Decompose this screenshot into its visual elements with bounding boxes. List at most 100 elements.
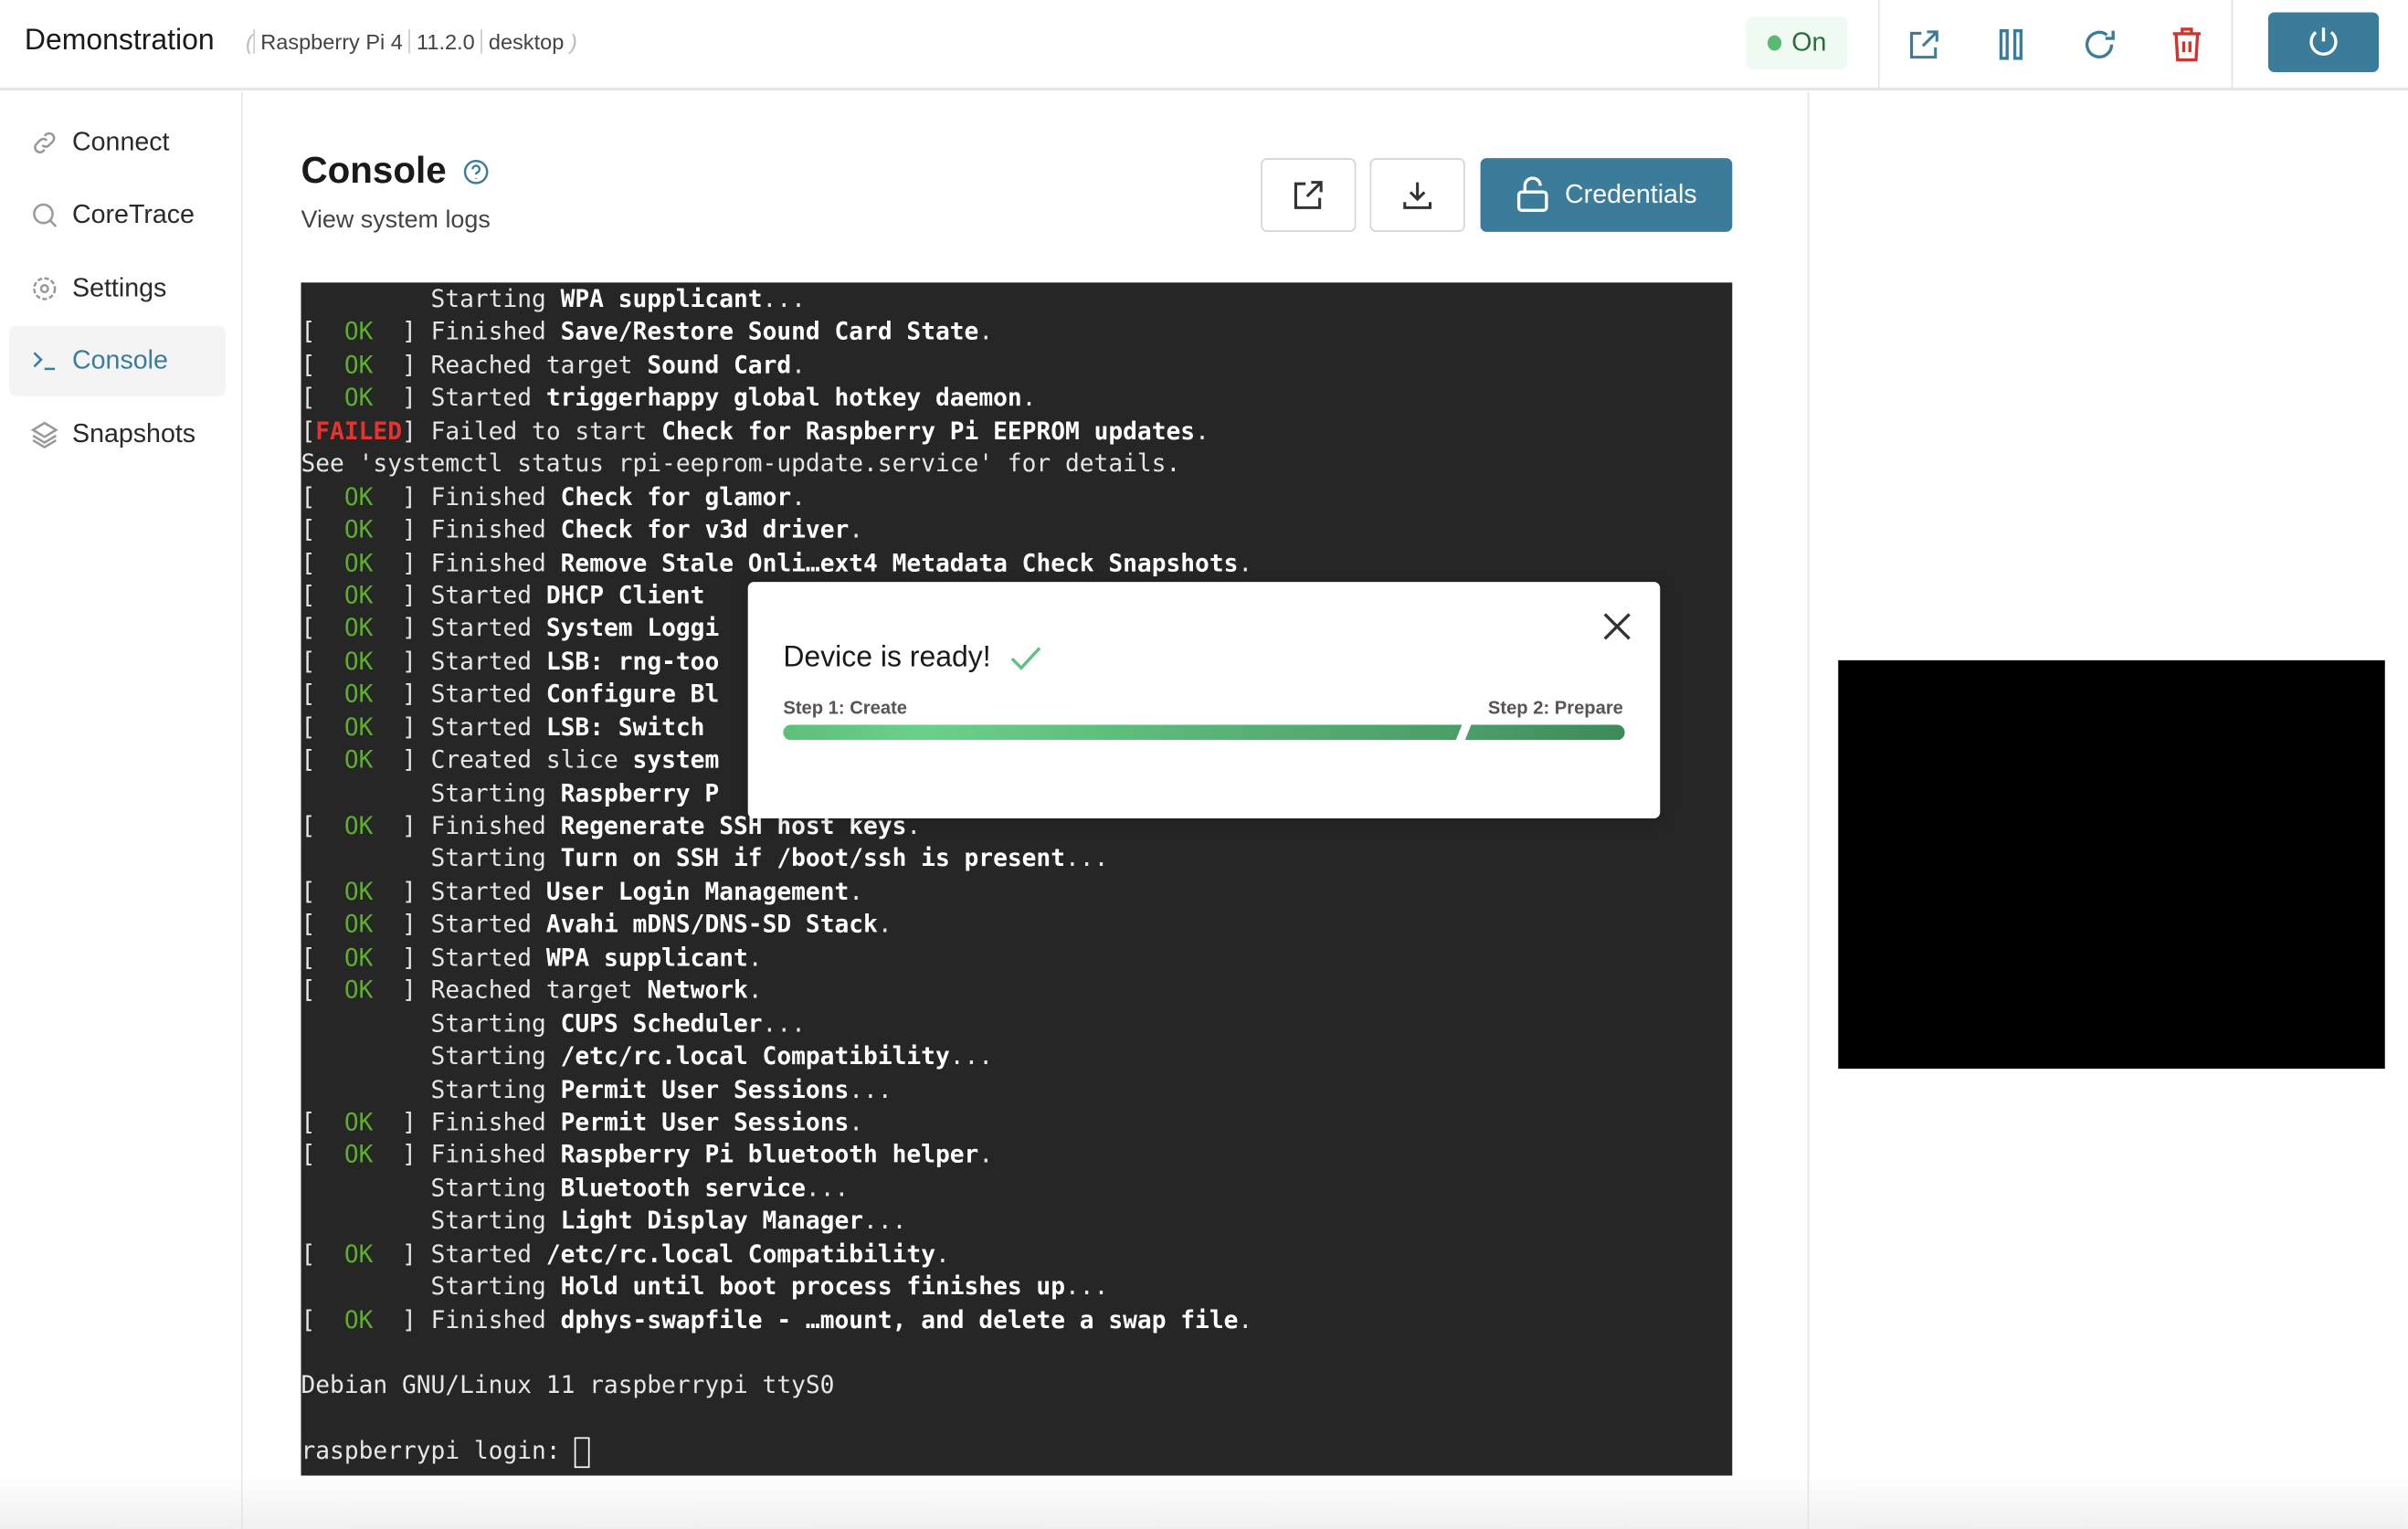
- console-line: Starting CUPS Scheduler...: [301, 1008, 1732, 1041]
- line-suffix: .: [1021, 384, 1037, 413]
- download-logs-button[interactable]: [1369, 158, 1465, 232]
- open-console-button[interactable]: [1261, 158, 1357, 232]
- console-line: Starting Permit User Sessions...: [301, 1074, 1732, 1107]
- line-suffix: .: [849, 1108, 864, 1136]
- link-icon: [34, 132, 56, 153]
- console-line: [ OK ] Started /etc/rc.local Compatibili…: [301, 1239, 950, 1269]
- ok-status: OK: [343, 680, 374, 709]
- device-mode: desktop: [481, 28, 570, 54]
- ok-status: OK: [343, 615, 374, 643]
- ok-status: OK: [343, 318, 374, 346]
- line-unit: /etc/rc.local Compatibility: [560, 1042, 950, 1070]
- credentials-button[interactable]: Credentials: [1480, 158, 1733, 232]
- line-suffix: ...: [805, 1174, 850, 1202]
- console-terminal[interactable]: Starting WPA supplicant...[ OK ] Finishe…: [301, 282, 1733, 1476]
- line-text: Reached target: [430, 351, 648, 380]
- line-text: Starting: [301, 779, 561, 807]
- close-icon[interactable]: [1600, 609, 1634, 643]
- sidebar-item-label: Settings: [72, 273, 167, 303]
- ok-status: OK: [343, 812, 374, 840]
- device-screen[interactable]: [1838, 659, 2385, 1070]
- divider: [1877, 0, 1880, 90]
- console-line: See 'systemctl status rpi-eeprom-update.…: [301, 448, 1732, 481]
- line-text: Finished: [430, 1141, 561, 1169]
- ok-status: OK: [343, 1108, 374, 1136]
- line-text: Starting: [301, 285, 561, 313]
- device-version: 11.2.0: [408, 28, 481, 54]
- step-2-label: Step 2: Prepare: [1487, 697, 1623, 719]
- line-text: Finished: [430, 812, 561, 840]
- page-title: Console: [301, 151, 489, 194]
- line-suffix: ...: [762, 1009, 806, 1038]
- console-line: [ OK ] Started User Login Management.: [301, 878, 864, 906]
- line-unit: Permit User Sessions: [560, 1108, 850, 1136]
- line-text: Starting: [301, 845, 561, 873]
- trash-icon[interactable]: [2164, 22, 2210, 68]
- progress-step-1: [783, 724, 1462, 740]
- line-text: Starting: [301, 1009, 561, 1038]
- search-icon: [33, 203, 58, 227]
- sidebar-item-connect[interactable]: Connect: [9, 108, 226, 178]
- line-suffix: .: [849, 515, 864, 544]
- line-unit: Check for glamor: [560, 482, 792, 511]
- line-unit: Turn on SSH if /boot/ssh is present: [560, 845, 1066, 873]
- line-suffix: .: [978, 1141, 994, 1169]
- line-unit: system: [632, 746, 720, 775]
- line-text: Finished: [430, 1108, 561, 1136]
- ok-status: OK: [343, 384, 374, 413]
- line-text: Debian GNU/Linux 11 raspberrypi ttyS0: [301, 1371, 835, 1400]
- line-unit: LSB: Switch: [545, 713, 705, 742]
- line-suffix: .: [747, 944, 763, 972]
- line-unit: Configure Bl: [545, 680, 720, 709]
- console-line: Starting /etc/rc.local Compatibility...: [301, 1041, 1732, 1074]
- line-text: Starting: [301, 1207, 561, 1236]
- line-unit: Check for Raspberry Pi EEPROM updates: [661, 417, 1196, 446]
- failed-status: FAILED: [315, 417, 403, 446]
- ok-status: OK: [343, 515, 374, 544]
- line-unit: Hold until boot process finishes up: [560, 1272, 1066, 1302]
- device-meta: ( Raspberry Pi 4 11.2.0 desktop ): [245, 28, 577, 54]
- console-line: [ OK ] Started Avahi mDNS/DNS-SD Stack.: [301, 911, 892, 939]
- line-unit: CUPS Scheduler: [560, 1009, 763, 1038]
- pause-icon[interactable]: [1989, 22, 2034, 68]
- line-text: Started: [430, 648, 546, 676]
- sidebar-item-label: Connect: [72, 127, 170, 157]
- line-text: Finished: [430, 318, 561, 346]
- sidebar-item-settings[interactable]: Settings: [9, 253, 226, 323]
- help-icon[interactable]: [461, 158, 489, 185]
- sidebar-item-snapshots[interactable]: Snapshots: [9, 399, 226, 469]
- line-text: Started: [430, 615, 546, 643]
- sidebar-item-coretrace[interactable]: CoreTrace: [9, 180, 226, 250]
- top-bar: Demonstration ( Raspberry Pi 4 11.2.0 de…: [0, 0, 2408, 91]
- divider: [1807, 91, 1810, 1529]
- dialog-title-text: Device is ready!: [783, 641, 991, 675]
- line-text: Started: [430, 582, 546, 610]
- credentials-label: Credentials: [1565, 179, 1697, 209]
- line-unit: Raspberry P: [560, 779, 720, 807]
- line-text: Started: [430, 713, 546, 742]
- ok-status: OK: [343, 976, 374, 1005]
- sidebar-item-label: Console: [72, 345, 168, 375]
- layers-icon: [30, 421, 58, 448]
- progress-step-2: [1464, 724, 1625, 741]
- line-unit: Avahi mDNS/DNS-SD Stack: [545, 911, 878, 939]
- sidebar-item-label: CoreTrace: [72, 199, 195, 229]
- ok-status: OK: [343, 746, 374, 775]
- console-line: [ OK ] Finished dphys-swapfile - …mount,…: [301, 1305, 1253, 1334]
- ok-status: OK: [343, 911, 374, 939]
- sidebar-item-console[interactable]: Console: [9, 325, 227, 396]
- line-suffix: ...: [1065, 1272, 1109, 1302]
- check-icon: [1010, 647, 1041, 670]
- gear-icon: [33, 277, 57, 301]
- refresh-icon[interactable]: [2076, 22, 2122, 68]
- console-line: [ OK ] Finished Check for glamor.: [301, 482, 806, 511]
- console-line: [ OK ] Started WPA supplicant.: [301, 944, 763, 972]
- line-text: Starting: [301, 1042, 561, 1070]
- line-suffix: .: [849, 878, 864, 906]
- line-suffix: .: [877, 911, 892, 939]
- console-line: raspberrypi login:: [301, 1436, 1732, 1469]
- power-button[interactable]: [2267, 12, 2380, 73]
- line-text: Created slice: [430, 746, 633, 775]
- external-link-icon[interactable]: [1901, 22, 1947, 68]
- ok-status: OK: [343, 1305, 374, 1334]
